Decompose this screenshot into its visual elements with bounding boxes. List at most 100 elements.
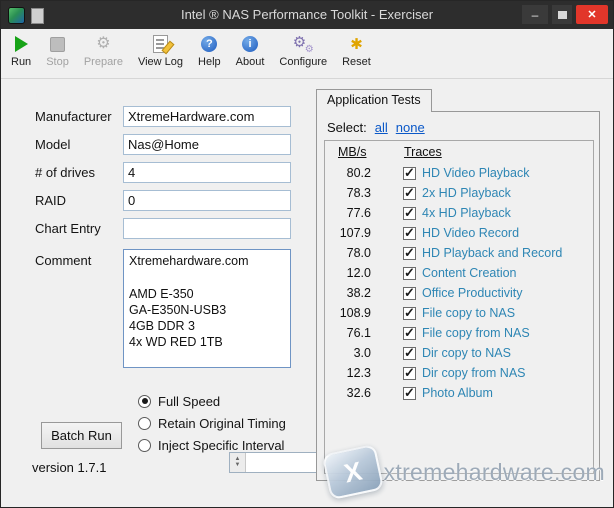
trace-speed: 32.6 bbox=[325, 386, 371, 400]
trace-label: 2x HD Playback bbox=[422, 186, 511, 200]
trace-row: 12.3 Dir copy from NAS bbox=[325, 363, 593, 383]
version-label: version 1.7.1 bbox=[32, 460, 106, 475]
close-icon: ✕ bbox=[587, 8, 596, 21]
trace-row: 107.9HD Video Record bbox=[325, 223, 593, 243]
trace-checkbox[interactable] bbox=[403, 367, 416, 380]
toolbar: Run Stop ⚙ Prepare View Log ? Help i Abo… bbox=[1, 29, 613, 79]
trace-row: 38.2 Office Productivity bbox=[325, 283, 593, 303]
maximize-button[interactable] bbox=[552, 5, 572, 24]
minimize-icon: – bbox=[532, 8, 539, 22]
trace-checkbox[interactable] bbox=[403, 307, 416, 320]
trace-speed: 12.0 bbox=[325, 266, 371, 280]
trace-checkbox[interactable] bbox=[403, 347, 416, 360]
window-controls: – ✕ bbox=[522, 5, 608, 24]
prepare-button: ⚙ Prepare bbox=[84, 35, 123, 68]
radio-retain-timing-circle[interactable] bbox=[138, 417, 151, 430]
drives-field[interactable] bbox=[123, 162, 291, 183]
trace-label: HD Video Record bbox=[422, 226, 519, 240]
spinner-down-icon[interactable]: ▼ bbox=[235, 463, 241, 468]
trace-label: File copy from NAS bbox=[422, 326, 530, 340]
reset-button[interactable]: ✱ Reset bbox=[342, 35, 371, 68]
stop-icon bbox=[50, 35, 65, 53]
trace-checkbox[interactable] bbox=[403, 327, 416, 340]
batch-run-button[interactable]: Batch Run bbox=[41, 422, 122, 449]
spinner-buttons[interactable]: ▲ ▼ bbox=[230, 453, 246, 472]
trace-label: Photo Album bbox=[422, 386, 493, 400]
select-all-link[interactable]: all bbox=[375, 120, 388, 135]
radio-retain-timing[interactable]: Retain Original Timing bbox=[138, 415, 286, 431]
about-button[interactable]: i About bbox=[236, 35, 265, 68]
trace-speed: 38.2 bbox=[325, 286, 371, 300]
model-label: Model bbox=[35, 137, 70, 152]
trace-row: 77.6 4x HD Playback bbox=[325, 203, 593, 223]
trace-checkbox[interactable] bbox=[403, 227, 416, 240]
trace-row: 3.0 Dir copy to NAS bbox=[325, 343, 593, 363]
trace-speed: 108.9 bbox=[325, 306, 371, 320]
exerciser-window: Intel ® NAS Performance Toolkit - Exerci… bbox=[0, 0, 614, 508]
manufacturer-field[interactable] bbox=[123, 106, 291, 127]
trace-label: File copy to NAS bbox=[422, 306, 515, 320]
radio-full-speed-circle[interactable] bbox=[138, 395, 151, 408]
traces-list: MB/s Traces 80.2HD Video Playback 78.32x… bbox=[324, 140, 594, 474]
comment-label: Comment bbox=[35, 253, 91, 268]
close-button[interactable]: ✕ bbox=[576, 5, 608, 24]
about-icon: i bbox=[242, 36, 258, 52]
view-log-icon bbox=[153, 35, 168, 53]
manufacturer-label: Manufacturer bbox=[35, 109, 112, 124]
run-button[interactable]: Run bbox=[11, 35, 31, 68]
trace-checkbox[interactable] bbox=[403, 167, 416, 180]
radio-full-speed[interactable]: Full Speed bbox=[138, 393, 220, 409]
trace-row: 12.0 Content Creation bbox=[325, 263, 593, 283]
trace-checkbox[interactable] bbox=[403, 287, 416, 300]
radio-inject-interval[interactable]: Inject Specific Interval bbox=[138, 437, 284, 453]
trace-speed: 12.3 bbox=[325, 366, 371, 380]
trace-label: Dir copy to NAS bbox=[422, 346, 511, 360]
trace-speed: 78.3 bbox=[325, 186, 371, 200]
raid-label: RAID bbox=[35, 193, 66, 208]
trace-label: Office Productivity bbox=[422, 286, 523, 300]
trace-row: 78.0 HD Playback and Record bbox=[325, 243, 593, 263]
reset-icon: ✱ bbox=[350, 35, 363, 53]
view-log-button[interactable]: View Log bbox=[138, 35, 183, 68]
app-icon bbox=[8, 7, 25, 24]
trace-label: Dir copy from NAS bbox=[422, 366, 526, 380]
trace-rows: 80.2HD Video Playback 78.3 2x HD Playback… bbox=[325, 163, 593, 403]
model-field[interactable] bbox=[123, 134, 291, 155]
run-icon bbox=[15, 35, 28, 53]
configure-button[interactable]: ⚙⚙ Configure bbox=[279, 35, 327, 68]
trace-speed: 78.0 bbox=[325, 246, 371, 260]
trace-checkbox[interactable] bbox=[403, 187, 416, 200]
select-line: Select: all none bbox=[327, 120, 425, 135]
tab-application-tests[interactable]: Application Tests bbox=[316, 89, 432, 112]
trace-speed: 80.2 bbox=[325, 166, 371, 180]
stop-button: Stop bbox=[46, 35, 69, 68]
trace-row: 76.1 File copy from NAS bbox=[325, 323, 593, 343]
trace-speed: 76.1 bbox=[325, 326, 371, 340]
column-header-mbs: MB/s bbox=[338, 145, 366, 159]
raid-field[interactable] bbox=[123, 190, 291, 211]
comment-field[interactable]: Xtremehardware.com AMD E-350 GA-E350N-US… bbox=[123, 249, 291, 368]
trace-label: 4x HD Playback bbox=[422, 206, 511, 220]
select-label: Select: bbox=[327, 120, 367, 135]
select-none-link[interactable]: none bbox=[396, 120, 425, 135]
trace-row: 80.2HD Video Playback bbox=[325, 163, 593, 183]
trace-checkbox[interactable] bbox=[403, 387, 416, 400]
configure-gears-icon: ⚙⚙ bbox=[293, 35, 314, 53]
trace-checkbox[interactable] bbox=[403, 207, 416, 220]
radio-inject-interval-circle[interactable] bbox=[138, 439, 151, 452]
trace-checkbox[interactable] bbox=[403, 247, 416, 260]
chart-entry-field[interactable] bbox=[123, 218, 291, 239]
prepare-gear-icon: ⚙ bbox=[96, 35, 110, 53]
titlebar-icons bbox=[8, 7, 44, 24]
help-button[interactable]: ? Help bbox=[198, 35, 221, 68]
trace-label: HD Playback and Record bbox=[422, 246, 562, 260]
trace-label: Content Creation bbox=[422, 266, 517, 280]
trace-speed: 77.6 bbox=[325, 206, 371, 220]
trace-speed: 3.0 bbox=[325, 346, 371, 360]
trace-checkbox[interactable] bbox=[403, 267, 416, 280]
minimize-button[interactable]: – bbox=[522, 5, 548, 24]
titlebar: Intel ® NAS Performance Toolkit - Exerci… bbox=[1, 1, 613, 29]
application-tests-panel: Select: all none MB/s Traces 80.2HD Vide… bbox=[316, 111, 600, 481]
document-icon bbox=[31, 8, 44, 24]
chart-entry-label: Chart Entry bbox=[35, 221, 101, 236]
